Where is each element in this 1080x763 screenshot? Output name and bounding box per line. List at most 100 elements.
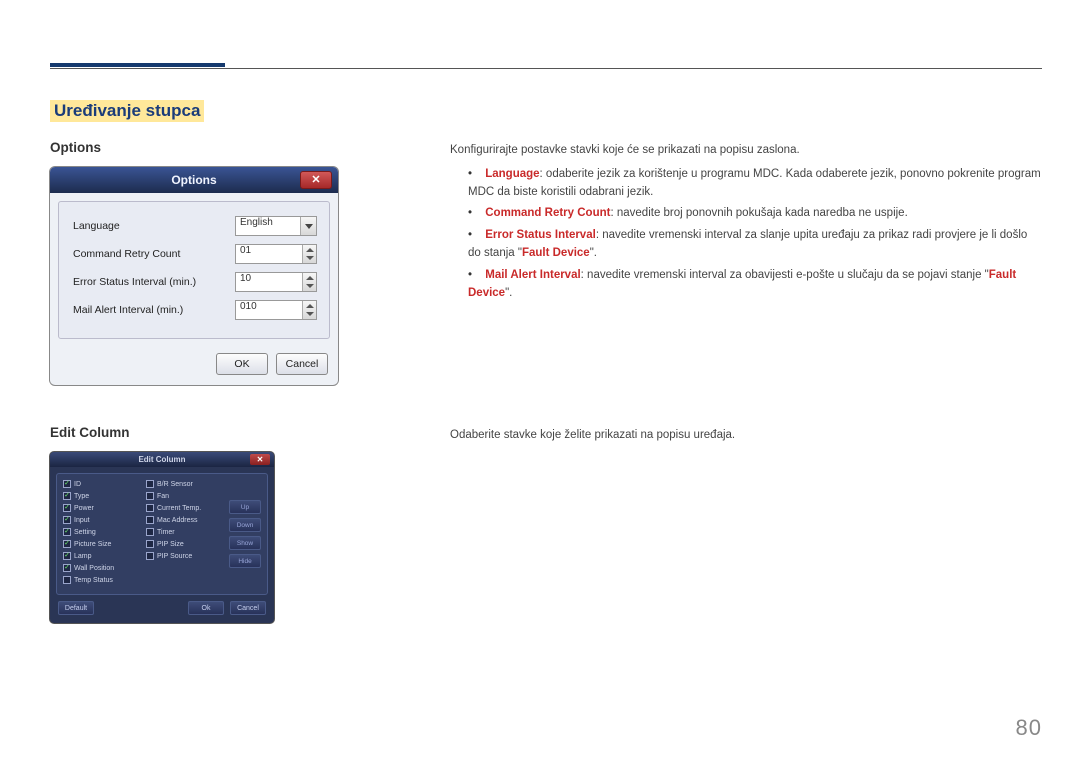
language-select[interactable]: English — [235, 216, 317, 236]
error-value: 10 — [240, 273, 251, 284]
options-intro: Konfigurirajte postavke stavki koje će s… — [450, 142, 1042, 160]
chevron-down-icon — [300, 217, 316, 235]
checkbox-label: ID — [74, 481, 81, 488]
spinner-icon — [302, 245, 316, 263]
down-button[interactable]: Down — [229, 518, 261, 532]
kw-mail: Mail Alert Interval — [485, 269, 580, 281]
checkbox-label: B/R Sensor — [157, 481, 193, 488]
spinner-icon — [302, 301, 316, 319]
language-label: Language — [73, 220, 235, 232]
checkbox-label: Temp Status — [74, 577, 113, 584]
checkbox-label: Setting — [74, 529, 96, 536]
checkbox-label: PIP Source — [157, 553, 192, 560]
page-number: 80 — [1016, 715, 1042, 741]
up-button[interactable]: Up — [229, 500, 261, 514]
checkbox-item[interactable]: Input — [63, 516, 140, 524]
checkbox-item[interactable]: Power — [63, 504, 140, 512]
checkbox-item[interactable]: Type — [63, 492, 140, 500]
checkbox-icon — [63, 528, 71, 536]
dialog-titlebar: Edit Column ✕ — [50, 452, 274, 467]
checkbox-item[interactable]: Lamp — [63, 552, 140, 560]
mail-value: 010 — [240, 301, 257, 312]
bullet-error: Error Status Interval: navedite vremensk… — [468, 227, 1042, 263]
checkbox-icon — [146, 552, 154, 560]
bullet-text: : navedite broj ponovnih pokušaja kada n… — [610, 207, 907, 219]
bullet-text: : navedite vremenski interval za obavije… — [581, 269, 989, 281]
kw-fault1: Fault Device — [522, 247, 590, 259]
ok-button[interactable]: OK — [216, 353, 268, 375]
checkbox-label: Wall Position — [74, 565, 114, 572]
spinner-icon — [302, 273, 316, 291]
cancel-button[interactable]: Cancel — [230, 601, 266, 615]
checkbox-icon — [63, 564, 71, 572]
edit-column-intro: Odaberite stavke koje želite prikazati n… — [450, 427, 1042, 445]
section-title: Uređivanje stupca — [50, 100, 204, 122]
checkbox-item[interactable]: Mac Address — [146, 516, 223, 524]
checkbox-label: PIP Size — [157, 541, 184, 548]
checkbox-label: Fan — [157, 493, 169, 500]
bullet-text: ". — [505, 287, 512, 299]
checkbox-column-1: ID Type Power Input Setting Picture Size Lamp W… — [63, 480, 140, 588]
close-icon[interactable]: ✕ — [250, 454, 270, 465]
checkbox-item[interactable]: PIP Size — [146, 540, 223, 548]
checkbox-label: Input — [74, 517, 90, 524]
bullet-mail: Mail Alert Interval: navedite vremenski … — [468, 267, 1042, 303]
show-button[interactable]: Show — [229, 536, 261, 550]
language-value: English — [240, 217, 273, 228]
checkbox-icon — [63, 504, 71, 512]
checkbox-item[interactable]: Setting — [63, 528, 140, 536]
dialog-title: Options — [171, 173, 216, 187]
checkbox-item[interactable]: Temp Status — [63, 576, 140, 584]
checkbox-item[interactable]: B/R Sensor — [146, 480, 223, 488]
checkbox-label: Power — [74, 505, 94, 512]
checkbox-item[interactable]: Wall Position — [63, 564, 140, 572]
checkbox-icon — [63, 516, 71, 524]
ok-button[interactable]: Ok — [188, 601, 224, 615]
checkbox-column-2: B/R Sensor Fan Current Temp. Mac Address Tim… — [146, 480, 223, 588]
checkbox-item[interactable]: Current Temp. — [146, 504, 223, 512]
options-dialog: Options ✕ Language English Command Retry… — [50, 167, 338, 385]
checkbox-item[interactable]: Picture Size — [63, 540, 140, 548]
checkbox-icon — [63, 552, 71, 560]
checkbox-icon — [146, 516, 154, 524]
checkbox-label: Mac Address — [157, 517, 197, 524]
checkbox-icon — [63, 492, 71, 500]
checkbox-icon — [63, 576, 71, 584]
error-interval-stepper[interactable]: 10 — [235, 272, 317, 292]
edit-column-heading: Edit Column — [50, 425, 450, 440]
checkbox-icon — [146, 540, 154, 548]
default-button[interactable]: Default — [58, 601, 94, 615]
checkbox-label: Timer — [157, 529, 175, 536]
mail-interval-label: Mail Alert Interval (min.) — [73, 304, 235, 316]
edit-column-dialog: Edit Column ✕ ID Type Power Input Setting Pic… — [50, 452, 274, 623]
dialog-titlebar: Options ✕ — [50, 167, 338, 193]
checkbox-icon — [63, 540, 71, 548]
checkbox-item[interactable]: Timer — [146, 528, 223, 536]
checkbox-icon — [146, 480, 154, 488]
cancel-button[interactable]: Cancel — [276, 353, 328, 375]
checkbox-item[interactable]: Fan — [146, 492, 223, 500]
checkbox-icon — [146, 492, 154, 500]
bullet-text: ". — [590, 247, 597, 259]
retry-value: 01 — [240, 245, 251, 256]
retry-stepper[interactable]: 01 — [235, 244, 317, 264]
checkbox-icon — [146, 528, 154, 536]
hide-button[interactable]: Hide — [229, 554, 261, 568]
checkbox-icon — [146, 504, 154, 512]
dialog-title: Edit Column — [138, 455, 185, 464]
close-icon[interactable]: ✕ — [300, 171, 332, 189]
checkbox-label: Lamp — [74, 553, 92, 560]
kw-retry: Command Retry Count — [485, 207, 610, 219]
checkbox-icon — [63, 480, 71, 488]
checkbox-item[interactable]: PIP Source — [146, 552, 223, 560]
bullet-text: : odaberite jezik za korištenje u progra… — [468, 168, 1041, 198]
error-interval-label: Error Status Interval (min.) — [73, 276, 235, 288]
checkbox-label: Picture Size — [74, 541, 111, 548]
mail-interval-stepper[interactable]: 010 — [235, 300, 317, 320]
bullet-retry: Command Retry Count: navedite broj ponov… — [468, 205, 1042, 223]
checkbox-label: Current Temp. — [157, 505, 201, 512]
header-rule — [50, 68, 1042, 69]
checkbox-item[interactable]: ID — [63, 480, 140, 488]
retry-label: Command Retry Count — [73, 248, 235, 260]
header-accent — [50, 63, 225, 67]
